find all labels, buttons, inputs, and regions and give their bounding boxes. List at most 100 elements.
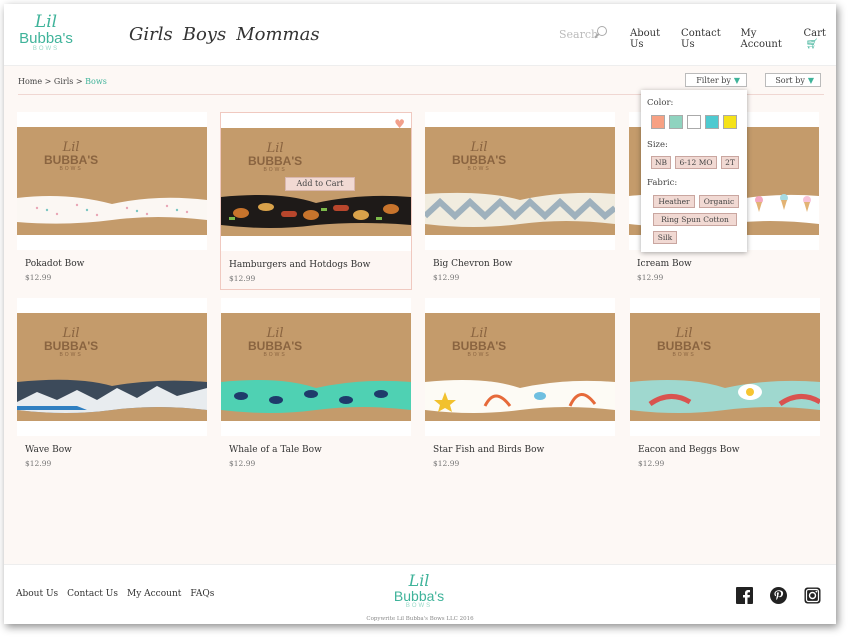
filter-color-label: Color: [647,98,674,108]
card-brand-line2: BUBBA'S [44,339,99,353]
logo-line1: Lil [34,12,58,32]
color-swatch-white[interactable] [687,115,701,129]
product-card[interactable]: Lil BUBBA'S BOWS Star Fish and Birds Bow $… [425,298,615,472]
nav-mommas[interactable]: Mommas [236,24,319,45]
instagram-icon[interactable] [804,587,821,604]
filter-panel: Color: Size: NB 6-12 MO 2T Fabric: Heath… [641,90,747,252]
nav-cart[interactable]: Cart🛒︎ [803,28,836,50]
filter-size-label: Size: [647,140,668,150]
page-frame: Lil Bubba's BOWS Girls Boys Mommas Searc… [4,4,836,624]
color-swatch-orange[interactable] [651,115,665,129]
product-price: $12.99 [433,459,460,468]
card-brand: LilBUBBA'SBOWS [248,142,302,173]
search-placeholder[interactable]: Search [559,28,598,41]
site-footer: About Us Contact Us My Account FAQs Lil … [4,564,836,624]
product-name[interactable]: Pokadot Bow [25,259,84,269]
product-image[interactable]: LilBUBBA'SBOWS [17,112,207,250]
product-image[interactable]: LilBUBBA'SBOWS [425,298,615,436]
product-price: $12.99 [229,459,256,468]
site-header: Lil Bubba's BOWS Girls Boys Mommas Searc… [4,4,836,66]
nav-account[interactable]: My Account [741,28,794,50]
main-nav: Girls Boys Mommas [129,24,320,45]
chevron-down-icon: ▼ [807,75,814,85]
sort-label: Sort by [775,75,805,85]
product-name[interactable]: Icream Bow [637,259,692,269]
product-price: $12.99 [25,459,52,468]
color-swatch-mint[interactable] [669,115,683,129]
product-price: $12.99 [638,459,665,468]
card-brand-line2: BUBBA'S [248,154,303,168]
site-logo[interactable]: Lil Bubba's BOWS [16,14,76,56]
card-brand: LilBUBBA'SBOWS [248,327,302,358]
filter-fabric-label: Fabric: [647,178,678,188]
product-card[interactable]: Lil BUBBA'S BOWS Wave Bow $12.99 [17,298,207,472]
search-field[interactable]: Search [559,26,609,44]
size-chip-6-12mo[interactable]: 6-12 MO [675,156,717,169]
color-swatch-yellow[interactable] [723,115,737,129]
logo-line1: Lil [408,571,430,590]
fabric-chip-organic[interactable]: Organic [699,195,739,208]
logo-line2: Bubba's [19,30,73,47]
cart-label: Cart [803,28,826,39]
product-image[interactable]: LilBUBBA'SBOWS [425,112,615,250]
pinterest-icon[interactable] [770,587,787,604]
product-name[interactable]: Hamburgers and Hotdogs Bow [229,260,370,270]
product-card[interactable]: Lil BUBBA'S BOWS Whale of a Tale Bow $12.9… [221,298,411,472]
size-chip-2t[interactable]: 2T [721,156,739,169]
product-card[interactable]: Lil BUBBA'S BOWS Big Chevron Bow $12.99 [425,112,615,286]
breadcrumb-sep: > [75,77,83,86]
kraft-card: LilBUBBA'SBOWS [221,313,411,421]
card-brand: LilBUBBA'SBOWS [44,141,98,172]
footer-logo[interactable]: Lil Bubba's BOWS [388,573,450,613]
heart-icon[interactable]: ♥ [394,117,405,131]
footer-faqs[interactable]: FAQs [190,589,214,599]
kraft-card: LilBUBBA'SBOWS [425,127,615,235]
footer-about[interactable]: About Us [16,589,58,599]
product-name[interactable]: Big Chevron Bow [433,259,512,269]
search-icon[interactable] [597,26,607,36]
color-swatch-teal[interactable] [705,115,719,129]
footer-account[interactable]: My Account [127,589,181,599]
add-to-cart-button[interactable]: Add to Cart [285,177,355,191]
breadcrumb: Home > Girls > Bows [18,77,107,86]
product-name[interactable]: Whale of a Tale Bow [229,445,322,455]
product-name[interactable]: Eacon and Beggs Bow [638,445,740,455]
product-image[interactable]: LilBUBBA'SBOWS [17,298,207,436]
nav-about[interactable]: About Us [630,28,671,50]
product-price: $12.99 [229,274,256,283]
fabric-chip-heather[interactable]: Heather [653,195,695,208]
card-brand-line2: BUBBA'S [248,339,303,353]
ribbon-chevron [425,192,615,227]
product-card[interactable]: Lil BUBBA'S BOWS Add to Cart ♥ Hamburgers … [220,112,412,290]
product-image[interactable]: Lil BUBBA'S BOWS Add to Cart ♥ [221,113,411,251]
product-name[interactable]: Wave Bow [25,445,72,455]
nav-contact[interactable]: Contact Us [681,28,730,50]
ribbon-pokadot [17,196,207,224]
product-card[interactable]: Lil BUBBA'S BOWS Eacon and Beggs Bow $12.9… [630,298,820,472]
size-chip-nb[interactable]: NB [651,156,671,169]
card-brand-line2: BUBBA'S [44,153,99,167]
nav-girls[interactable]: Girls [129,24,173,45]
product-image[interactable]: LilBUBBA'SBOWS [221,298,411,436]
ribbon-whale [221,380,411,413]
fabric-chip-ring-spun-cotton[interactable]: Ring Spun Cotton [653,213,737,226]
copyright: Copywrite Lil Bubba's Bows LLC 2016 [366,616,474,622]
breadcrumb-girls[interactable]: Girls [54,77,73,86]
kraft-card: LilBUBBA'SBOWS [630,313,820,421]
nav-boys[interactable]: Boys [183,24,226,45]
breadcrumb-home[interactable]: Home [18,77,42,86]
product-name[interactable]: Star Fish and Birds Bow [433,445,544,455]
filter-dropdown[interactable]: Filter by ▼ [685,73,747,87]
product-image[interactable]: LilBUBBA'SBOWS [630,298,820,436]
sort-dropdown[interactable]: Sort by ▼ [765,73,821,87]
footer-contact[interactable]: Contact Us [67,589,118,599]
footer-nav: About Us Contact Us My Account FAQs [16,589,214,599]
ribbon-starfish [425,380,615,413]
kraft-card: LilBUBBA'SBOWS [17,313,207,421]
product-card[interactable]: Lil BUBBA'S BOWS Pokadot Bow $12.99 [17,112,207,286]
card-brand-line2: BUBBA'S [452,153,507,167]
card-brand: LilBUBBA'SBOWS [452,327,506,358]
fabric-chip-silk[interactable]: Silk [653,231,677,244]
card-brand: LilBUBBA'SBOWS [657,327,711,358]
facebook-icon[interactable] [736,587,753,604]
